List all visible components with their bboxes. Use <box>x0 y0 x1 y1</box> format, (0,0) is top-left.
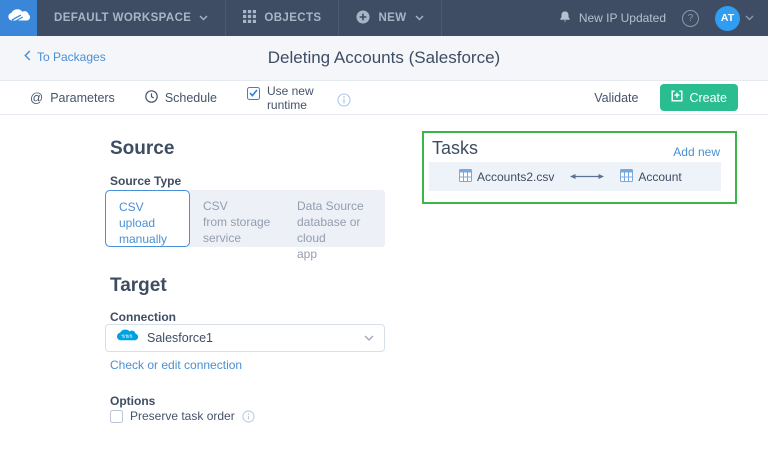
info-icon[interactable] <box>337 93 351 107</box>
card-desc: database or cloud app <box>297 214 385 262</box>
chevron-down-icon <box>415 15 424 21</box>
preserve-task-order-row: Preserve task order <box>110 409 255 423</box>
task-source: Accounts2.csv <box>459 169 554 185</box>
avatar: AT <box>715 6 740 31</box>
notification-item[interactable]: New IP Updated <box>558 10 666 27</box>
card-desc: from storage service <box>203 214 284 246</box>
runtime-label: Use new runtime <box>267 84 323 112</box>
source-heading: Source <box>110 138 174 160</box>
plus-circle-icon <box>356 10 370 27</box>
options-label: Options <box>110 394 155 408</box>
workspace-menu-label: DEFAULT WORKSPACE <box>54 12 191 24</box>
source-type-csv-upload[interactable]: CSV upload manually <box>105 190 190 247</box>
target-heading: Target <box>110 275 167 297</box>
chevron-down-icon <box>745 15 754 21</box>
create-button-label: Create <box>689 91 727 105</box>
task-target-label: Account <box>638 170 681 184</box>
chevron-down-icon <box>199 15 208 21</box>
card-title: Data Source <box>297 198 385 214</box>
top-nav-bar: DEFAULT WORKSPACE OBJECTS <box>0 0 768 36</box>
parameters-button[interactable]: @ Parameters <box>30 90 115 105</box>
objects-menu[interactable]: OBJECTS <box>226 0 339 36</box>
bell-icon <box>558 10 572 27</box>
table-icon <box>620 169 633 185</box>
preserve-task-order-label: Preserve task order <box>130 409 235 423</box>
grid-icon <box>243 10 256 26</box>
add-new-task-link[interactable]: Add new <box>673 145 720 159</box>
task-target: Account <box>620 169 681 185</box>
card-desc: upload manually <box>119 215 189 247</box>
card-title: CSV <box>203 198 284 214</box>
app-logo[interactable] <box>0 0 37 36</box>
source-type-data-source[interactable]: Data Source database or cloud app <box>284 190 385 247</box>
source-type-cards: CSV upload manually CSV from storage ser… <box>105 190 385 247</box>
topbar-right-cluster: New IP Updated ? AT <box>558 0 768 36</box>
salesforce-icon <box>116 328 139 349</box>
clock-icon <box>145 90 158 106</box>
notification-label: New IP Updated <box>579 11 666 25</box>
user-menu[interactable]: AT <box>715 6 754 31</box>
connection-value: Salesforce1 <box>147 331 213 345</box>
schedule-label: Schedule <box>165 91 217 105</box>
app-window: DEFAULT WORKSPACE OBJECTS <box>0 0 768 454</box>
objects-menu-label: OBJECTS <box>264 12 321 24</box>
create-button[interactable]: Create <box>660 84 738 111</box>
at-icon: @ <box>30 90 43 105</box>
title-bar: To Packages Deleting Accounts (Salesforc… <box>0 36 768 81</box>
card-title: CSV <box>119 199 189 215</box>
connection-dropdown[interactable]: Salesforce1 <box>105 324 385 352</box>
connection-label: Connection <box>110 310 176 324</box>
use-new-runtime-checkbox[interactable]: Use new runtime <box>247 84 323 112</box>
task-source-label: Accounts2.csv <box>477 170 554 184</box>
new-menu-label: NEW <box>378 12 406 24</box>
checkbox-checked-icon <box>247 87 260 100</box>
tasks-panel: Tasks Add new Accounts2.csv <box>422 131 737 204</box>
toolbar-right-cluster: Validate Create <box>594 84 738 111</box>
validate-button[interactable]: Validate <box>594 91 638 105</box>
workspace-menu[interactable]: DEFAULT WORKSPACE <box>37 0 226 36</box>
tasks-heading: Tasks <box>432 138 478 159</box>
package-toolbar: @ Parameters Schedule Use new runtime <box>0 81 768 115</box>
source-type-csv-storage[interactable]: CSV from storage service <box>190 190 284 247</box>
schedule-button[interactable]: Schedule <box>145 90 217 106</box>
preserve-task-order-checkbox[interactable] <box>110 410 123 423</box>
check-edit-connection-link[interactable]: Check or edit connection <box>110 358 242 372</box>
save-plus-icon <box>671 90 683 105</box>
new-menu[interactable]: NEW <box>339 0 441 36</box>
help-icon[interactable]: ? <box>682 10 699 27</box>
parameters-label: Parameters <box>50 91 115 105</box>
source-type-label: Source Type <box>110 174 181 188</box>
task-row[interactable]: Accounts2.csv Account <box>429 162 721 191</box>
page-title: Deleting Accounts (Salesforce) <box>0 48 768 68</box>
info-icon[interactable] <box>242 410 255 423</box>
double-arrow-icon <box>568 172 606 181</box>
chevron-down-icon <box>364 335 374 341</box>
cloud-logo-icon <box>8 8 30 28</box>
table-icon <box>459 169 472 185</box>
